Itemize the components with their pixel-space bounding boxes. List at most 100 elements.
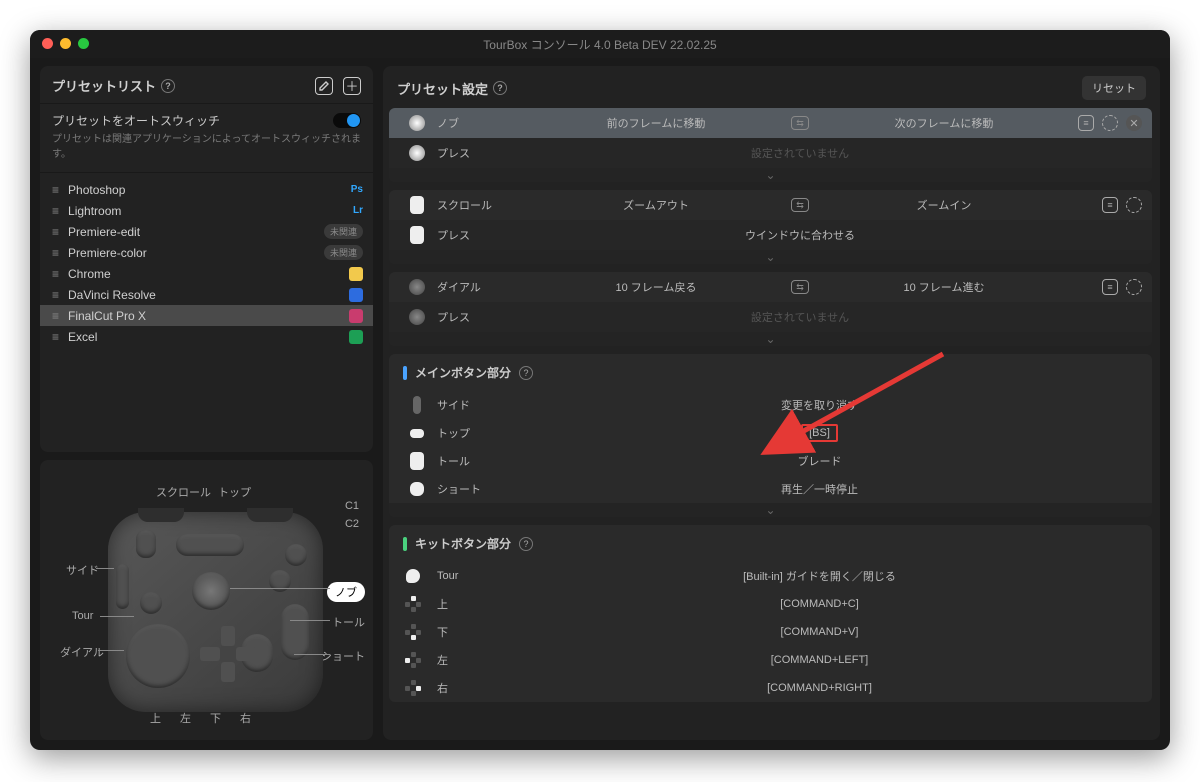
app-tag: Ps [351,184,363,195]
control-name: ダイアル [437,279,532,295]
preset-row-davinci-resolve[interactable]: ≡ DaVinci Resolve [40,284,373,305]
autoswitch-toggle[interactable] [333,113,361,128]
button-name: トール [437,453,527,469]
tall-icon [410,452,424,470]
scroll-icon [410,226,424,244]
help-icon[interactable]: ? [519,366,533,380]
diagram-label-tour: Tour [72,610,93,622]
preset-row-premiere-edit[interactable]: ≡ Premiere-edit未関連 [40,221,373,242]
button-action: [COMMAND+LEFT] [527,654,1112,666]
close-window-button[interactable] [42,38,53,49]
separator-icon: ⇆ [780,116,820,130]
action-cw: 10 フレーム進む [820,279,1068,295]
drag-handle-icon[interactable]: ≡ [52,309,58,323]
preset-name: Chrome [68,267,339,281]
drag-handle-icon[interactable]: ≡ [52,225,58,239]
control-name: プレス [437,145,532,161]
help-icon[interactable]: ? [519,537,533,551]
kit-buttons-group: キットボタン部分 ? Tour [Built-in] ガイドを開く／閉じる 上 … [389,525,1152,702]
drag-handle-icon[interactable]: ≡ [52,204,58,218]
kit-button-row[interactable]: Tour [Built-in] ガイドを開く／閉じる [389,562,1152,590]
device-side-button [116,564,129,609]
dial-icon [409,309,425,325]
button-action: [COMMAND+V] [527,626,1112,638]
preset-list-title: プリセットリスト [52,76,156,95]
edit-preset-icon[interactable] [315,77,333,95]
add-preset-icon[interactable]: ＋ [343,77,361,95]
press-row[interactable]: プレス ウインドウに合わせる [389,220,1152,250]
drag-handle-icon[interactable]: ≡ [52,246,58,260]
main-button-row[interactable]: トール ブレード [389,447,1152,475]
loading-icon [1126,279,1142,295]
action-ccw: ズームアウト [532,197,780,213]
kit-button-row[interactable]: 上 [COMMAND+C] [389,590,1152,618]
diagram-label-knob: ノブ [327,582,365,602]
preset-name: Premiere-edit [68,225,314,239]
separator-icon: ⇆ [780,198,820,212]
hud-icon[interactable]: ≡ [1078,115,1094,131]
rotary-group: ノブ 前のフレームに移動 ⇆ 次のフレームに移動 ≡ ✕ プレス 設定されていま… [389,108,1152,182]
diagram-label-left: 左 [180,710,191,726]
separator-icon: ⇆ [780,280,820,294]
reset-button[interactable]: リセット [1082,76,1146,100]
expand-icon[interactable]: ⌄ [389,168,1152,182]
device-dial [126,624,190,688]
diagram-label-up: 上 [150,710,161,726]
zoom-window-button[interactable] [78,38,89,49]
dpad-right-icon [405,680,421,696]
button-name: サイド [437,397,527,413]
button-name: 右 [437,680,527,696]
main-button-row[interactable]: ショート 再生／一時停止 [389,475,1152,503]
kit-button-row[interactable]: 右 [COMMAND+RIGHT] [389,674,1152,702]
preset-settings-title: プリセット設定 [397,79,488,98]
settings-scroll[interactable]: ノブ 前のフレームに移動 ⇆ 次のフレームに移動 ≡ ✕ プレス 設定されていま… [383,108,1160,740]
close-icon[interactable]: ✕ [1126,115,1142,131]
preset-row-chrome[interactable]: ≡ Chrome [40,263,373,284]
press-row[interactable]: プレス 設定されていません [389,138,1152,168]
diagram-label-right: 右 [240,710,251,726]
rotary-row[interactable]: ノブ 前のフレームに移動 ⇆ 次のフレームに移動 ≡ ✕ [389,108,1152,138]
diagram-label-tall: トール [332,614,365,630]
preset-row-photoshop[interactable]: ≡ PhotoshopPs [40,179,373,200]
help-icon[interactable]: ? [161,79,175,93]
main-button-row[interactable]: サイド 変更を取り消す [389,391,1152,419]
main-button-row[interactable]: トップ [BS] [389,419,1152,447]
device-knob [192,572,230,610]
hud-icon[interactable]: ≡ [1102,279,1118,295]
action-press: ウインドウに合わせる [532,227,1068,243]
expand-icon[interactable]: ⌄ [389,503,1152,517]
button-action: [BS] [527,427,1112,439]
preset-name: Excel [68,330,339,344]
help-icon[interactable]: ? [493,81,507,95]
action-cw: ズームイン [820,197,1068,213]
button-action: ブレード [527,453,1112,469]
preset-row-excel[interactable]: ≡ Excel [40,326,373,347]
drag-handle-icon[interactable]: ≡ [52,183,58,197]
preset-row-finalcut-pro-x[interactable]: ≡ FinalCut Pro X [40,305,373,326]
press-row[interactable]: プレス 設定されていません [389,302,1152,332]
expand-icon[interactable]: ⌄ [389,250,1152,264]
minimize-window-button[interactable] [60,38,71,49]
hud-icon[interactable]: ≡ [1102,197,1118,213]
drag-handle-icon[interactable]: ≡ [52,267,58,281]
diagram-label-short: ショート [321,648,365,664]
device-tour-button [140,592,162,614]
diagram-label-dial: ダイアル [60,644,104,660]
kit-button-row[interactable]: 左 [COMMAND+LEFT] [389,646,1152,674]
drag-handle-icon[interactable]: ≡ [52,330,58,344]
app-tag: Lr [353,205,363,216]
rotary-row[interactable]: スクロール ズームアウト ⇆ ズームイン ≡ [389,190,1152,220]
preset-row-lightroom[interactable]: ≡ LightroomLr [40,200,373,221]
preset-row-premiere-color[interactable]: ≡ Premiere-color未関連 [40,242,373,263]
dial-icon [409,279,425,295]
rotary-row[interactable]: ダイアル 10 フレーム戻る ⇆ 10 フレーム進む ≡ [389,272,1152,302]
button-action: 再生／一時停止 [527,481,1112,497]
button-action: [Built-in] ガイドを開く／閉じる [527,568,1112,584]
device-pad [108,512,323,712]
expand-icon[interactable]: ⌄ [389,332,1152,346]
titlebar: TourBox コンソール 4.0 Beta DEV 22.02.25 [30,30,1170,58]
loading-icon [1126,197,1142,213]
drag-handle-icon[interactable]: ≡ [52,288,58,302]
diagram-label-side: サイド [66,562,99,578]
kit-button-row[interactable]: 下 [COMMAND+V] [389,618,1152,646]
